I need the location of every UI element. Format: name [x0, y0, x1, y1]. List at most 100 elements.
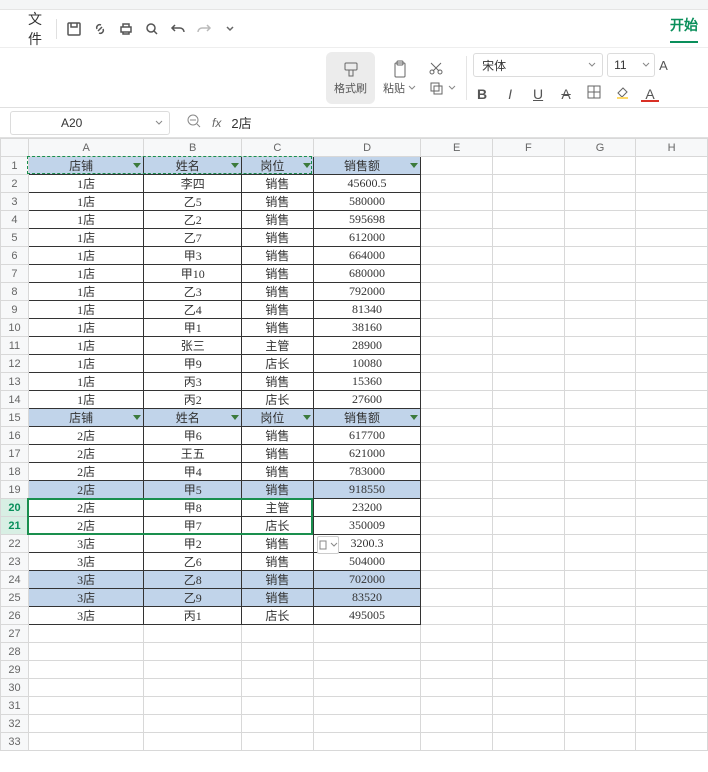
cell[interactable] [313, 697, 421, 715]
cell[interactable]: 1店 [28, 247, 144, 265]
filter-dropdown-icon[interactable] [410, 415, 418, 420]
cell[interactable] [144, 715, 242, 733]
cell[interactable]: 1店 [28, 337, 144, 355]
cell[interactable] [564, 265, 636, 283]
select-all-corner[interactable] [1, 139, 29, 157]
cell[interactable] [493, 175, 565, 193]
cell[interactable] [421, 625, 493, 643]
cell[interactable] [493, 607, 565, 625]
cell[interactable] [242, 679, 314, 697]
spreadsheet-grid[interactable]: ABCDEFGH1店铺姓名岗位销售额21店李四销售45600.531店乙5销售5… [0, 138, 708, 751]
row-header[interactable]: 12 [1, 355, 29, 373]
cell[interactable] [564, 427, 636, 445]
cell[interactable]: 乙2 [144, 211, 242, 229]
cell[interactable]: 甲2 [144, 535, 242, 553]
cell[interactable] [421, 319, 493, 337]
cell[interactable] [493, 373, 565, 391]
cell[interactable]: 1店 [28, 283, 144, 301]
cell[interactable] [636, 697, 708, 715]
cell[interactable] [564, 409, 636, 427]
row-header[interactable]: 10 [1, 319, 29, 337]
row-header[interactable]: 33 [1, 733, 29, 751]
row-header[interactable]: 7 [1, 265, 29, 283]
col-header-F[interactable]: F [493, 139, 565, 157]
cell[interactable]: 销售 [242, 427, 314, 445]
cell[interactable] [421, 607, 493, 625]
cell[interactable] [421, 661, 493, 679]
cell[interactable]: 23200 [313, 499, 421, 517]
cell[interactable]: 3店 [28, 607, 144, 625]
cell[interactable]: 店铺 [28, 409, 144, 427]
cell[interactable] [144, 643, 242, 661]
cell[interactable] [636, 229, 708, 247]
cell[interactable] [242, 733, 314, 751]
cell[interactable] [421, 283, 493, 301]
cell[interactable] [564, 625, 636, 643]
cell[interactable] [564, 679, 636, 697]
cell[interactable] [636, 319, 708, 337]
cell[interactable] [493, 499, 565, 517]
cell[interactable]: 580000 [313, 193, 421, 211]
cell[interactable]: 乙4 [144, 301, 242, 319]
cell[interactable] [144, 679, 242, 697]
cell[interactable]: 918550 [313, 481, 421, 499]
row-header[interactable]: 15 [1, 409, 29, 427]
row-header[interactable]: 21 [1, 517, 29, 535]
cell[interactable] [242, 661, 314, 679]
cell[interactable]: 岗位 [242, 157, 314, 175]
cell[interactable] [564, 283, 636, 301]
cell[interactable]: 销售 [242, 211, 314, 229]
cell[interactable]: 销售 [242, 589, 314, 607]
col-header-A[interactable]: A [28, 139, 144, 157]
cell[interactable] [493, 571, 565, 589]
cell[interactable]: 乙5 [144, 193, 242, 211]
cell[interactable] [564, 499, 636, 517]
cell[interactable] [564, 715, 636, 733]
cell[interactable] [28, 679, 144, 697]
cell[interactable] [564, 733, 636, 751]
cell[interactable]: 3店 [28, 553, 144, 571]
save-button[interactable] [61, 16, 87, 42]
cell[interactable] [28, 733, 144, 751]
border-button[interactable] [585, 85, 603, 102]
cell[interactable]: 岗位 [242, 409, 314, 427]
row-header[interactable]: 13 [1, 373, 29, 391]
cell[interactable] [421, 481, 493, 499]
cell[interactable] [313, 679, 421, 697]
cell[interactable]: 销售 [242, 193, 314, 211]
cell[interactable]: 乙3 [144, 283, 242, 301]
cell[interactable] [564, 319, 636, 337]
col-header-H[interactable]: H [636, 139, 708, 157]
cell[interactable] [564, 643, 636, 661]
print-button[interactable] [113, 16, 139, 42]
cell[interactable] [313, 715, 421, 733]
cell[interactable] [28, 643, 144, 661]
cell[interactable] [493, 283, 565, 301]
cell[interactable]: 664000 [313, 247, 421, 265]
cell[interactable] [636, 607, 708, 625]
cell[interactable] [242, 625, 314, 643]
row-header[interactable]: 2 [1, 175, 29, 193]
cell[interactable]: 店铺 [28, 157, 144, 175]
cell[interactable] [564, 589, 636, 607]
cell[interactable] [564, 301, 636, 319]
cell[interactable]: 504000 [313, 553, 421, 571]
cell[interactable]: 销售 [242, 535, 314, 553]
cell[interactable]: 店长 [242, 517, 314, 535]
cell[interactable]: 销售 [242, 229, 314, 247]
cell[interactable] [421, 193, 493, 211]
cell[interactable]: 店长 [242, 607, 314, 625]
cell[interactable]: 81340 [313, 301, 421, 319]
cell[interactable] [564, 229, 636, 247]
cell[interactable]: 28900 [313, 337, 421, 355]
filter-dropdown-icon[interactable] [133, 163, 141, 168]
cell[interactable] [636, 517, 708, 535]
row-header[interactable]: 25 [1, 589, 29, 607]
strike-button[interactable]: A [557, 86, 575, 102]
cell[interactable] [564, 517, 636, 535]
cell[interactable]: 15360 [313, 373, 421, 391]
cell[interactable]: 甲7 [144, 517, 242, 535]
cell[interactable] [636, 553, 708, 571]
fx-icon[interactable]: fx [212, 116, 221, 130]
cell[interactable]: 792000 [313, 283, 421, 301]
